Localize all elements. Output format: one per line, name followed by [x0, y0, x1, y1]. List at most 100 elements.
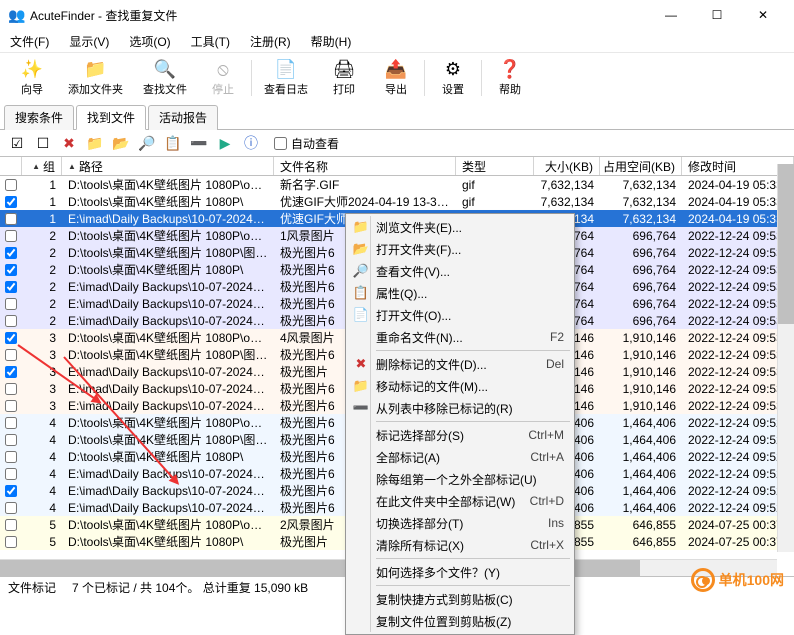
remove-icon[interactable]: ➖ [188, 132, 210, 154]
menu-options[interactable]: 选项(O) [125, 31, 174, 52]
ctx-browse-folder[interactable]: 📁浏览文件夹(E)... [348, 216, 572, 238]
row-checkbox[interactable] [5, 298, 17, 310]
vertical-scrollbar[interactable] [777, 164, 794, 552]
ctx-open-folder[interactable]: 📂打开文件夹(F)... [348, 238, 572, 260]
ctx-mark-except-first[interactable]: 除每组第一个之外全部标记(U) [348, 468, 572, 490]
row-checkbox[interactable] [5, 502, 17, 514]
tab-criteria[interactable]: 搜索条件 [4, 105, 74, 130]
ctx-copy-shortcut[interactable]: 复制快捷方式到剪贴板(C) [348, 588, 572, 610]
row-checkbox[interactable] [5, 519, 17, 531]
menu-view[interactable]: 显示(V) [65, 31, 113, 52]
ctx-mark-in-folder[interactable]: 在此文件夹中全部标记(W)Ctrl+D [348, 490, 572, 512]
row-checkbox[interactable] [5, 451, 17, 463]
ctx-properties[interactable]: 📋属性(Q)... [348, 282, 572, 304]
ctx-open-with[interactable]: 📄打开文件(O)... [348, 304, 572, 326]
help-button[interactable]: ❓帮助 [484, 57, 536, 99]
settings-button[interactable]: ⚙设置 [427, 57, 479, 99]
maximize-button[interactable]: ☐ [694, 0, 740, 30]
ctx-rename[interactable]: 重命名文件(N)...F2 [348, 326, 572, 348]
cell-disk: 1,910,146 [600, 382, 682, 396]
grid-header: ▲组 ▲路径 文件名称 类型 大小(KB) 占用空间(KB) 修改时间 [0, 156, 794, 176]
tab-found[interactable]: 找到文件 [76, 105, 146, 130]
folder-open-icon[interactable]: 📂 [110, 132, 132, 154]
scrollbar-thumb[interactable] [778, 164, 794, 324]
ctx-remove-marked[interactable]: ➖从列表中移除已标记的(R) [348, 397, 572, 419]
col-size[interactable]: 大小(KB) [534, 157, 600, 175]
ctx-delete-marked[interactable]: ✖删除标记的文件(D)...Del [348, 353, 572, 375]
viewlog-button[interactable]: 📄查看日志 [254, 57, 318, 99]
folder-icon[interactable]: 📁 [84, 132, 106, 154]
row-checkbox[interactable] [5, 536, 17, 548]
row-checkbox[interactable] [5, 213, 17, 225]
ctx-mark-all[interactable]: 全部标记(A)Ctrl+A [348, 446, 572, 468]
window-title: AcuteFinder - 查找重复文件 [30, 7, 648, 24]
row-checkbox[interactable] [5, 417, 17, 429]
search-file-icon[interactable]: 🔎 [136, 132, 158, 154]
row-checkbox[interactable] [5, 179, 17, 191]
separator [251, 60, 252, 96]
wizard-button[interactable]: ✨向导 [6, 57, 58, 99]
row-checkbox[interactable] [5, 247, 17, 259]
cell-path: D:\tools\桌面\4K壁纸图片 1080P\out... [62, 414, 274, 431]
info-icon[interactable]: ⓘ [240, 132, 262, 154]
tab-report[interactable]: 活动报告 [148, 105, 218, 130]
cell-path: E:\imad\Daily Backups\10-07-2024_15... [62, 484, 274, 498]
row-checkbox[interactable] [5, 485, 17, 497]
autocheck-label: 自动查看 [291, 135, 339, 152]
export-button[interactable]: 📤导出 [370, 57, 422, 99]
row-checkbox[interactable] [5, 264, 17, 276]
props-icon: 📋 [352, 285, 370, 301]
row-checkbox[interactable] [5, 349, 17, 361]
print-button[interactable]: 🖨打印 [318, 57, 370, 99]
unmark-icon[interactable]: ☐ [32, 132, 54, 154]
status-marks-label: 文件标记 [8, 579, 56, 596]
stop-button[interactable]: ⦸停止 [197, 57, 249, 99]
ctx-toggle-selection[interactable]: 切换选择部分(T)Ins [348, 512, 572, 534]
row-checkbox[interactable] [5, 434, 17, 446]
close-button[interactable]: ✕ [740, 0, 786, 30]
row-checkbox[interactable] [5, 230, 17, 242]
col-check[interactable] [0, 157, 22, 175]
mark-icon[interactable]: ☑ [6, 132, 28, 154]
table-row[interactable]: 1D:\tools\桌面\4K壁纸图片 1080P\out...新名字.GIFg… [0, 176, 794, 193]
row-checkbox[interactable] [5, 366, 17, 378]
ctx-mark-selection[interactable]: 标记选择部分(S)Ctrl+M [348, 424, 572, 446]
row-checkbox[interactable] [5, 332, 17, 344]
cell-group: 2 [22, 229, 62, 243]
ctx-clear-marks[interactable]: 清除所有标记(X)Ctrl+X [348, 534, 572, 556]
autocheck-checkbox[interactable] [274, 137, 287, 150]
col-path[interactable]: ▲路径 [62, 157, 274, 175]
app-icon: 👥 [8, 7, 24, 23]
row-checkbox[interactable] [5, 383, 17, 395]
col-group[interactable]: ▲组 [22, 157, 62, 175]
minimize-button[interactable]: — [648, 0, 694, 30]
cell-group: 2 [22, 246, 62, 260]
action-icon[interactable]: ▶ [214, 132, 236, 154]
menu-help[interactable]: 帮助(H) [307, 31, 356, 52]
row-checkbox[interactable] [5, 196, 17, 208]
find-button[interactable]: 🔍查找文件 [133, 57, 197, 99]
titlebar[interactable]: 👥 AcuteFinder - 查找重复文件 — ☐ ✕ [0, 0, 794, 30]
menu-tools[interactable]: 工具(T) [187, 31, 234, 52]
ctx-how-multi[interactable]: 如何选择多个文件？(Y) [348, 561, 572, 583]
col-type[interactable]: 类型 [456, 157, 534, 175]
menu-register[interactable]: 注册(R) [246, 31, 295, 52]
row-checkbox[interactable] [5, 281, 17, 293]
cell-path: E:\imad\Daily Backups\10-07-2024_15... [62, 297, 274, 311]
row-checkbox[interactable] [5, 400, 17, 412]
row-checkbox[interactable] [5, 315, 17, 327]
addfolder-button[interactable]: 📁添加文件夹 [58, 57, 133, 99]
ctx-view-file[interactable]: 🔎查看文件(V)... [348, 260, 572, 282]
row-checkbox[interactable] [5, 468, 17, 480]
ctx-move-marked[interactable]: 📁移动标记的文件(M)... [348, 375, 572, 397]
ctx-copy-location[interactable]: 复制文件位置到剪贴板(Z) [348, 610, 572, 632]
cell-path: E:\imad\Daily Backups\10-07-2024_15... [62, 365, 274, 379]
search-icon: 🔍 [154, 59, 176, 81]
col-disk[interactable]: 占用空间(KB) [600, 157, 682, 175]
search-icon: 🔎 [352, 263, 370, 279]
table-row[interactable]: 1D:\tools\桌面\4K壁纸图片 1080P\优速GIF大师2024-04… [0, 193, 794, 210]
col-filename[interactable]: 文件名称 [274, 157, 456, 175]
delete-icon[interactable]: ✖ [58, 132, 80, 154]
props-icon[interactable]: 📋 [162, 132, 184, 154]
menu-file[interactable]: 文件(F) [6, 31, 53, 52]
